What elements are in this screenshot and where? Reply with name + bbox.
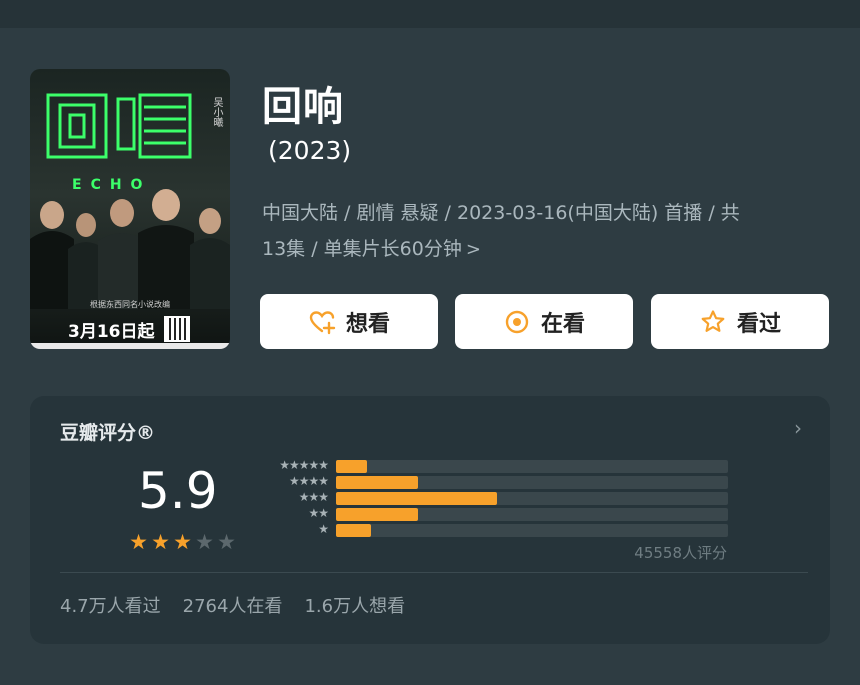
target-icon [505,310,529,333]
star-empty-icon: ★ [217,530,236,554]
meta-line-2-text: 13集 / 单集片长60分钟 [262,238,462,260]
release-year: (2023) [268,136,352,165]
watching-button[interactable]: 在看 [455,294,633,349]
rating-bar-fill [336,460,368,473]
rating-bar-stars: ★★ [308,506,329,520]
rating-bar-stars: ★ [318,522,329,536]
poster-date: 3月16日起 [68,322,155,342]
rating-bar-track [336,508,728,521]
poster-title-logo [46,93,192,159]
star-filled-icon: ★ [173,530,192,554]
rating-bar-track [336,524,728,537]
subject-meta[interactable]: 中国大陆 / 剧情 悬疑 / 2023-03-16(中国大陆) 首播 / 共 1… [262,195,822,268]
star-outline-icon [701,309,725,332]
want-to-watch-button[interactable]: 想看 [260,294,438,349]
rating-bar-stars: ★★★ [298,490,329,504]
divider [60,572,808,573]
want-count[interactable]: 1.6万人想看 [304,592,405,618]
rating-bar-fill [336,476,419,489]
qr-code-icon [164,316,190,342]
rating-bar-fill [336,508,419,521]
poster-side-text: 吴小曦 [211,97,222,127]
star-empty-icon: ★ [195,530,214,554]
poster-bottom-strip [30,343,230,349]
poster-image[interactable]: ECHO 吴小曦 根据东西同名小说改编 3月16日起 [30,69,230,349]
meta-line-1: 中国大陆 / 剧情 悬疑 / 2023-03-16(中国大陆) 首播 / 共 [262,202,740,224]
rating-score: 5.9 [138,462,218,520]
rating-card[interactable]: 豆瓣评分® › 5.9 ★ ★ ★ ★ ★ ★★★★★ ★★★★ ★★★ ★★ ★ 45558人… [30,396,830,644]
rating-bar-track [336,460,728,473]
chevron-right-icon: > [465,239,481,260]
rating-bar-fill [336,492,497,505]
chevron-right-icon[interactable]: › [794,416,802,440]
rating-bar-stars: ★★★★ [288,474,329,488]
want-to-watch-label: 想看 [345,311,390,337]
rating-stars: ★ ★ ★ ★ ★ [128,530,237,554]
watched-count[interactable]: 4.7万人看过 [60,592,161,618]
heart-plus-icon [309,310,336,334]
rating-bar-track [336,476,728,489]
top-bar [0,0,860,28]
poster-people-illustration [30,189,230,309]
watching-count[interactable]: 2764人在看 [183,592,283,618]
rating-bar-fill [336,524,372,537]
watching-label: 在看 [540,311,585,337]
poster-tagline: 根据东西同名小说改编 [90,300,170,309]
meta-line-2: 13集 / 单集片长60分钟 > [262,231,822,268]
rating-bar-stars: ★★★★★ [279,458,329,472]
star-filled-icon: ★ [151,530,170,554]
page-title: 回响 [262,84,344,130]
star-filled-icon: ★ [129,530,148,554]
watched-button[interactable]: 看过 [651,294,829,349]
rating-bar-track [336,492,728,505]
watched-label: 看过 [736,311,781,337]
rating-title: 豆瓣评分® [60,422,156,444]
rating-count: 45558人评分 [634,544,727,562]
stats-row: 4.7万人看过 2764人在看 1.6万人想看 [60,592,405,618]
